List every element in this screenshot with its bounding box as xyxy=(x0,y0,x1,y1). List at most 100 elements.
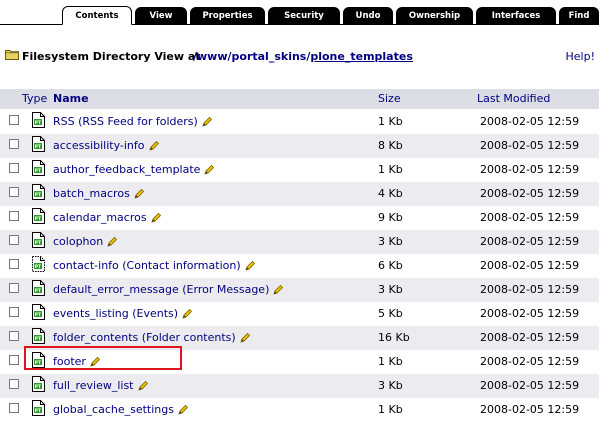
select-checkbox[interactable] xyxy=(9,115,19,125)
item-link[interactable]: calendar_macros xyxy=(53,211,162,224)
folder-icon xyxy=(5,50,19,60)
page-template-icon[interactable]: PT xyxy=(31,231,46,249)
item-name[interactable]: events_listing (Events) xyxy=(53,307,178,320)
item-link[interactable]: default_error_message (Error Message) xyxy=(53,283,284,296)
form-template-icon[interactable]: PT xyxy=(31,255,46,273)
select-checkbox[interactable] xyxy=(9,235,19,245)
header-label: Filesystem Directory View at xyxy=(22,50,201,63)
select-checkbox[interactable] xyxy=(9,187,19,197)
edit-pencil-icon[interactable] xyxy=(150,212,162,224)
item-link[interactable]: folder_contents (Folder contents) xyxy=(53,331,251,344)
item-name[interactable]: RSS (RSS Feed for folders) xyxy=(53,115,198,128)
column-header-name[interactable]: Name xyxy=(53,92,89,105)
item-link[interactable]: footer xyxy=(53,355,101,368)
svg-text:PT: PT xyxy=(35,192,42,198)
svg-text:PT: PT xyxy=(35,144,42,150)
tab-ownership[interactable]: Ownership xyxy=(396,7,473,25)
item-name[interactable]: batch_macros xyxy=(53,187,130,200)
item-name[interactable]: footer xyxy=(53,355,86,368)
table-row: PT events_listing (Events) 5 Kb 2008-02-… xyxy=(0,302,599,326)
modified-value: 2008-02-05 12:59 xyxy=(480,307,580,320)
select-checkbox[interactable] xyxy=(9,331,19,341)
item-name[interactable]: colophon xyxy=(53,235,103,248)
breadcrumb-prefix-link[interactable]: /www/portal_skins/ xyxy=(193,50,310,63)
page-template-icon[interactable]: PT xyxy=(31,207,46,225)
table-row: PT contact-info (Contact information) 6 … xyxy=(0,254,599,278)
select-checkbox[interactable] xyxy=(9,379,19,389)
breadcrumb-current-link[interactable]: plone_templates xyxy=(310,50,413,63)
item-name[interactable]: author_feedback_template xyxy=(53,163,200,176)
page-template-icon[interactable]: PT xyxy=(31,303,46,321)
tab-undo[interactable]: Undo xyxy=(343,7,393,25)
modified-value: 2008-02-05 12:59 xyxy=(480,139,580,152)
tab-properties[interactable]: Properties xyxy=(190,7,265,25)
table-row: PT author_feedback_template 1 Kb 2008-02… xyxy=(0,158,599,182)
select-checkbox[interactable] xyxy=(9,307,19,317)
tab-bar: Contents View Properties Security Undo O… xyxy=(0,0,599,25)
page-template-icon[interactable]: PT xyxy=(31,375,46,393)
page-template-icon[interactable]: PT xyxy=(31,279,46,297)
svg-text:PT: PT xyxy=(35,216,42,222)
tab-view[interactable]: View xyxy=(135,7,187,25)
select-checkbox[interactable] xyxy=(9,163,19,173)
item-link[interactable]: events_listing (Events) xyxy=(53,307,193,320)
select-checkbox[interactable] xyxy=(9,259,19,269)
modified-value: 2008-02-05 12:59 xyxy=(480,235,580,248)
column-header-type[interactable]: Type xyxy=(22,92,47,105)
page-template-icon[interactable]: PT xyxy=(31,399,46,417)
select-checkbox[interactable] xyxy=(9,355,19,365)
item-name[interactable]: contact-info (Contact information) xyxy=(53,259,241,272)
edit-pencil-icon[interactable] xyxy=(201,116,213,128)
edit-pencil-icon[interactable] xyxy=(148,140,160,152)
page-template-icon[interactable]: PT xyxy=(31,327,46,345)
select-checkbox[interactable] xyxy=(9,283,19,293)
edit-pencil-icon[interactable] xyxy=(244,260,256,272)
page-template-icon[interactable]: PT xyxy=(31,351,46,369)
item-name[interactable]: default_error_message (Error Message) xyxy=(53,283,269,296)
help-link[interactable]: Help! xyxy=(566,50,596,63)
column-header-size[interactable]: Size xyxy=(378,92,401,105)
item-name[interactable]: folder_contents (Folder contents) xyxy=(53,331,236,344)
item-link[interactable]: global_cache_settings xyxy=(53,403,189,416)
table-row: PT footer 1 Kb 2008-02-05 12:59 xyxy=(0,350,599,374)
edit-pencil-icon[interactable] xyxy=(181,308,193,320)
select-checkbox[interactable] xyxy=(9,211,19,221)
page-template-icon[interactable]: PT xyxy=(31,183,46,201)
item-name[interactable]: global_cache_settings xyxy=(53,403,174,416)
item-name[interactable]: accessibility-info xyxy=(53,139,145,152)
table-row: PT full_review_list 3 Kb 2008-02-05 12:5… xyxy=(0,374,599,398)
tab-security[interactable]: Security xyxy=(268,7,340,25)
edit-pencil-icon[interactable] xyxy=(133,188,145,200)
edit-pencil-icon[interactable] xyxy=(137,380,149,392)
page-template-icon[interactable]: PT xyxy=(31,159,46,177)
edit-pencil-icon[interactable] xyxy=(177,404,189,416)
item-link[interactable]: contact-info (Contact information) xyxy=(53,259,256,272)
page-template-icon[interactable]: PT xyxy=(31,135,46,153)
page-template-icon[interactable]: PT xyxy=(31,111,46,129)
item-link[interactable]: colophon xyxy=(53,235,118,248)
item-name[interactable]: calendar_macros xyxy=(53,211,147,224)
select-checkbox[interactable] xyxy=(9,403,19,413)
directory-header: Filesystem Directory View at /www/portal… xyxy=(0,44,599,70)
item-name[interactable]: full_review_list xyxy=(53,379,134,392)
item-link[interactable]: RSS (RSS Feed for folders) xyxy=(53,115,213,128)
edit-pencil-icon[interactable] xyxy=(203,164,215,176)
item-link[interactable]: batch_macros xyxy=(53,187,145,200)
item-link[interactable]: author_feedback_template xyxy=(53,163,215,176)
edit-pencil-icon[interactable] xyxy=(106,236,118,248)
modified-value: 2008-02-05 12:59 xyxy=(480,211,580,224)
select-checkbox[interactable] xyxy=(9,139,19,149)
tab-interfaces[interactable]: Interfaces xyxy=(476,7,556,25)
tab-find[interactable]: Find xyxy=(559,7,599,25)
item-link[interactable]: accessibility-info xyxy=(53,139,160,152)
edit-pencil-icon[interactable] xyxy=(89,356,101,368)
edit-pencil-icon[interactable] xyxy=(272,284,284,296)
modified-value: 2008-02-05 12:59 xyxy=(480,115,580,128)
size-value: 3 Kb xyxy=(378,379,403,392)
tab-contents[interactable]: Contents xyxy=(62,6,132,25)
size-value: 1 Kb xyxy=(378,355,403,368)
edit-pencil-icon[interactable] xyxy=(239,332,251,344)
size-value: 3 Kb xyxy=(378,235,403,248)
column-header-modified[interactable]: Last Modified xyxy=(477,92,550,105)
item-link[interactable]: full_review_list xyxy=(53,379,149,392)
